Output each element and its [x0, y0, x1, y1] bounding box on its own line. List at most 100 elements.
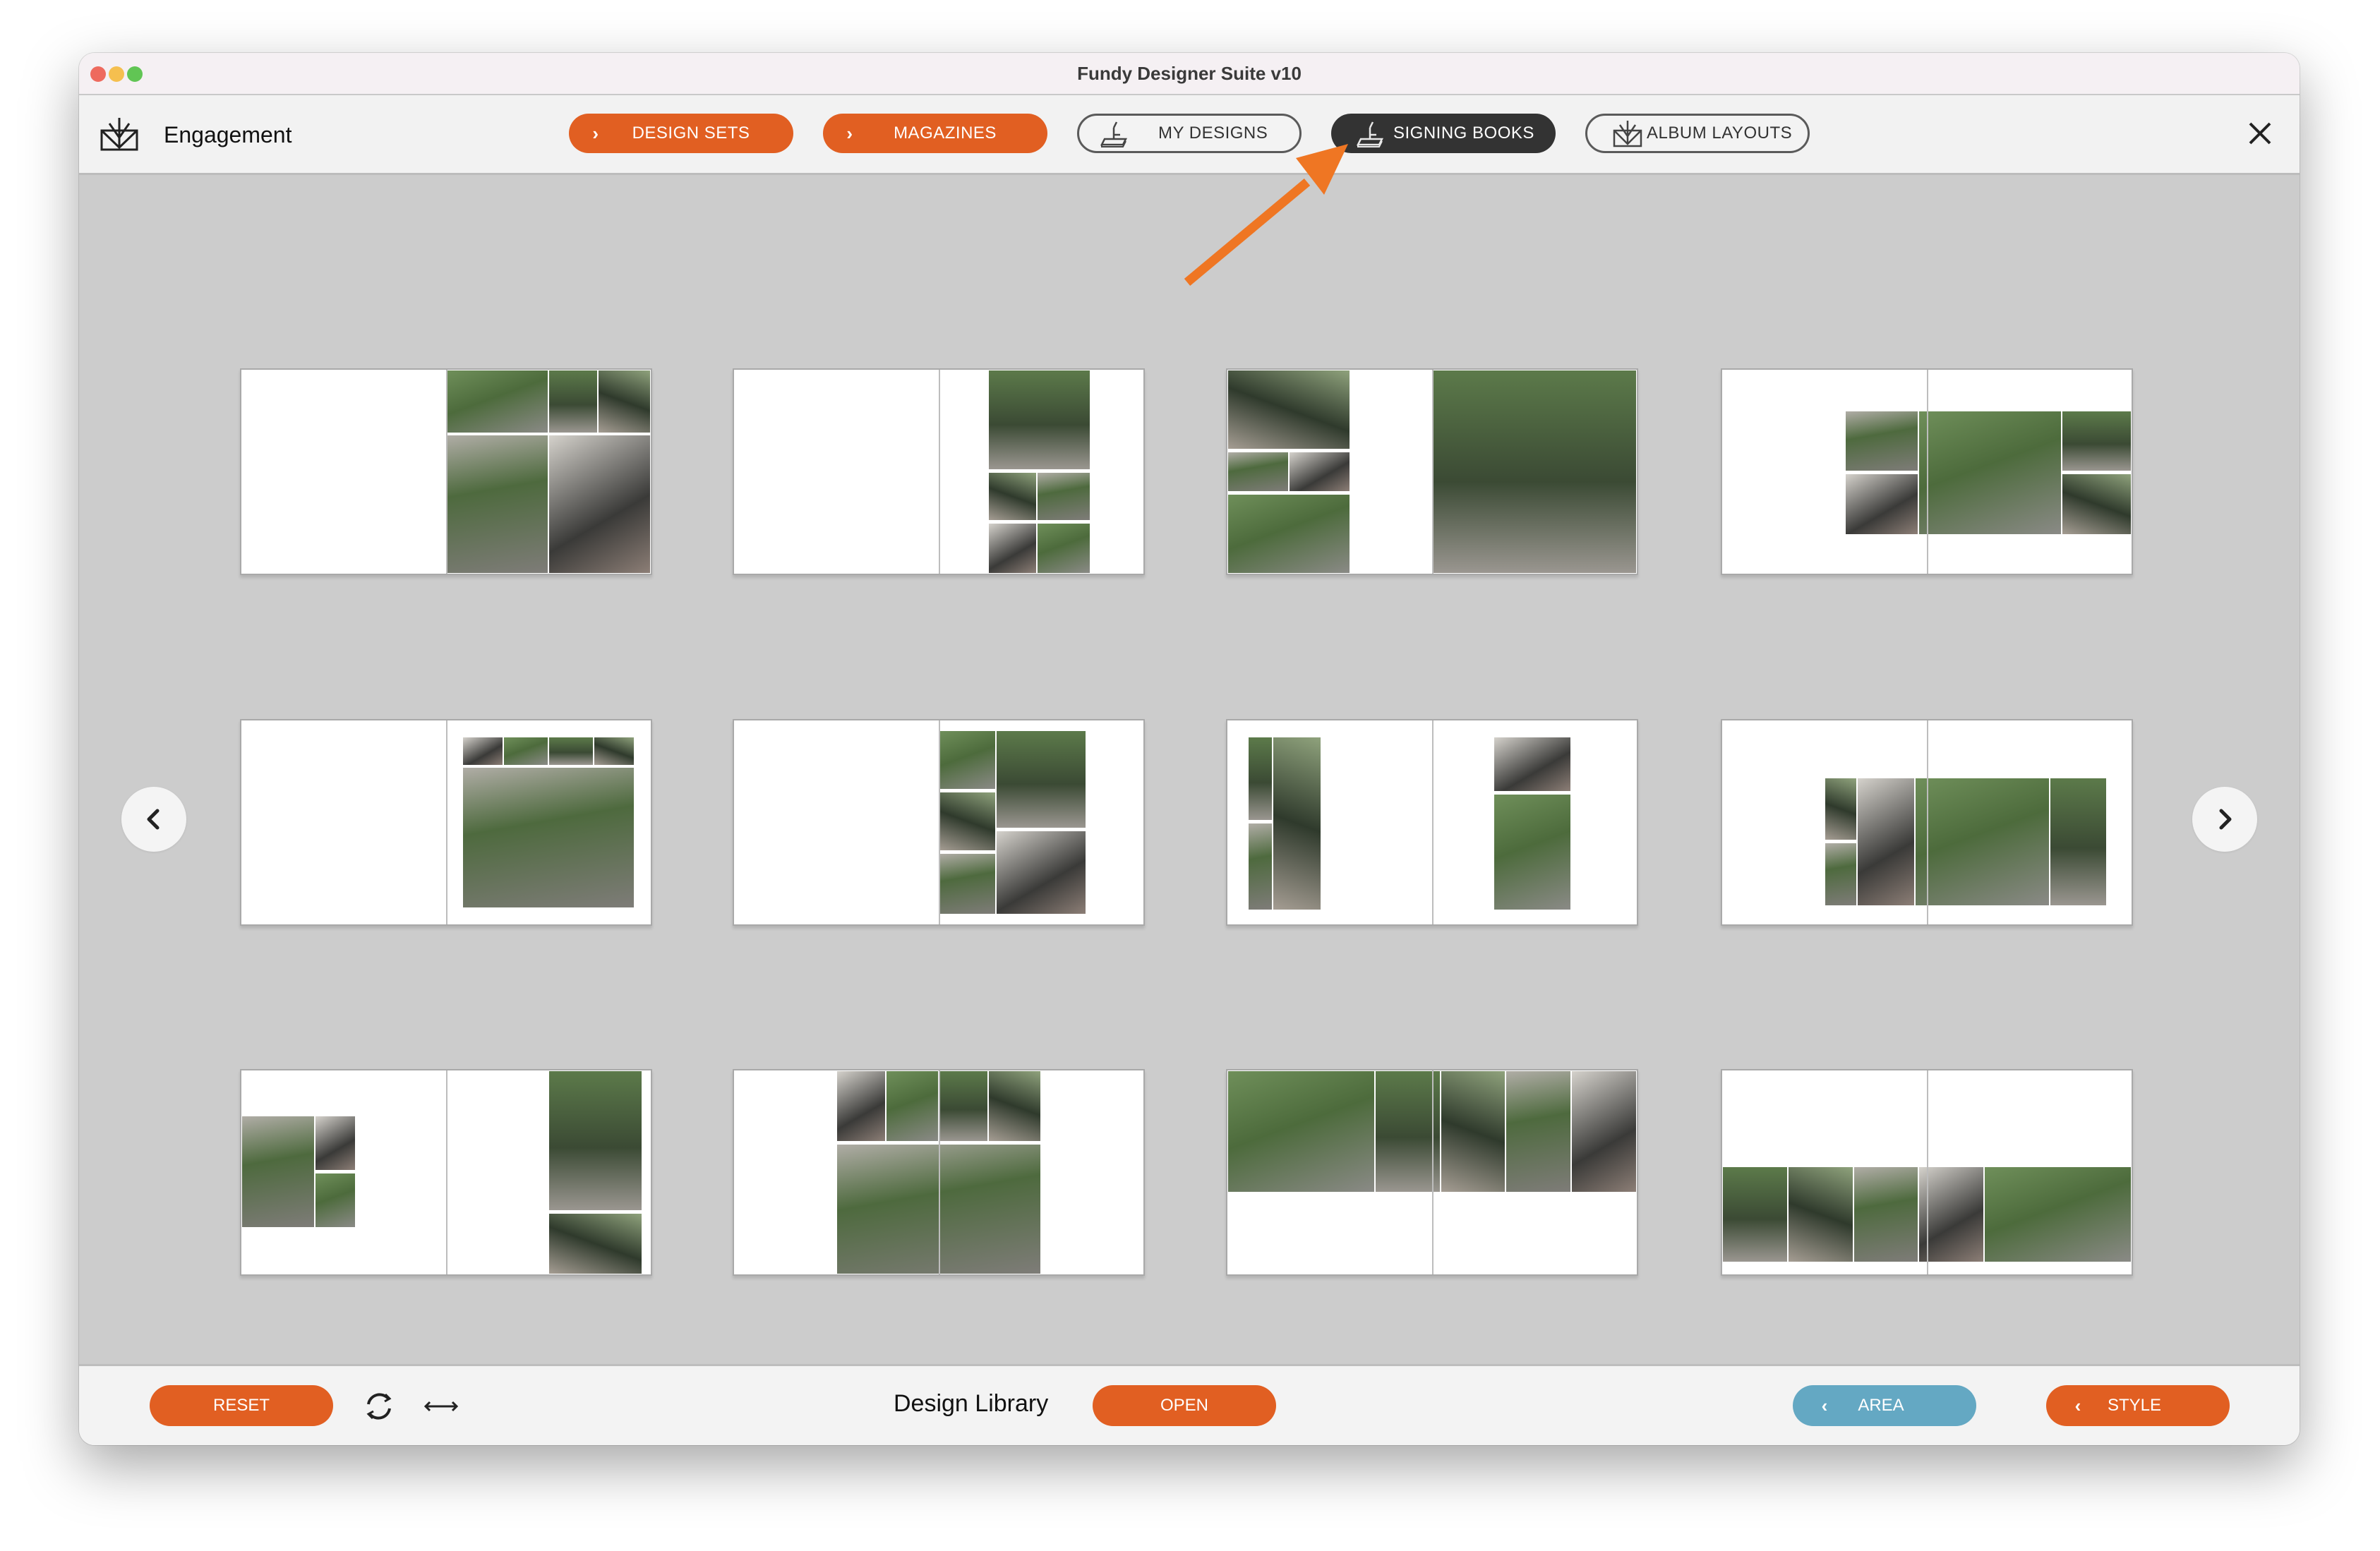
photo-tile [1825, 843, 1858, 906]
photo-tile [996, 730, 1086, 829]
spread-spine [939, 1070, 940, 1274]
design-library-gallery [79, 175, 2300, 1365]
photo-tile [1374, 1070, 1441, 1193]
signing-book-icon [1356, 121, 1384, 147]
photo-tile [1914, 777, 2050, 906]
album-icon [100, 118, 138, 151]
style-button[interactable]: ‹ STYLE [2046, 1385, 2230, 1426]
tab-label: MY DESIGNS [1158, 123, 1268, 143]
photo-tile [1227, 494, 1350, 574]
app-window: Fundy Designer Suite v10 Engagement › DE… [79, 53, 2300, 1445]
photo-tile [503, 737, 548, 766]
photo-tile [597, 370, 651, 433]
tab-magazines[interactable]: › MAGAZINES [823, 114, 1047, 153]
spread-spine [1927, 370, 1928, 574]
next-page-button[interactable] [2192, 787, 2257, 852]
spread-thumbnail[interactable] [240, 368, 652, 575]
photo-tile [1825, 777, 1858, 841]
spread-thumbnail[interactable] [240, 719, 652, 926]
photo-tile [987, 522, 1038, 574]
section-title: Design Library [894, 1390, 1049, 1417]
tab-label: SIGNING BOOKS [1393, 123, 1534, 143]
photo-tile [939, 852, 997, 915]
reset-label: RESET [212, 1396, 270, 1415]
tab-my-designs[interactable]: MY DESIGNS [1077, 114, 1302, 153]
photo-tile [1440, 1070, 1506, 1193]
photo-tile [1857, 777, 1915, 906]
photo-tile [462, 737, 504, 766]
open-button[interactable]: OPEN [1093, 1385, 1276, 1426]
chevron-right-icon: › [846, 122, 853, 144]
tab-label: ALBUM LAYOUTS [1647, 123, 1793, 143]
spread-spine [1432, 370, 1434, 574]
area-label: AREA [1858, 1396, 1904, 1415]
signing-book-icon [1100, 121, 1128, 147]
photo-tile [1505, 1070, 1572, 1193]
spread-thumbnail[interactable] [1226, 368, 1638, 575]
spread-spine [446, 720, 447, 924]
photo-tile [1227, 451, 1289, 493]
photo-tile [1845, 410, 1919, 472]
photo-tile [1787, 1166, 1853, 1262]
photo-tile [1493, 794, 1572, 910]
photo-tile [987, 1070, 1041, 1142]
area-button[interactable]: ‹ AREA [1793, 1385, 1976, 1426]
photo-tile [939, 1070, 988, 1142]
tab-label: MAGAZINES [894, 123, 997, 143]
photo-tile [2062, 473, 2132, 536]
photo-tile [2062, 410, 2132, 472]
spread-spine [939, 370, 940, 574]
photo-tile [593, 737, 635, 766]
close-icon[interactable] [2246, 119, 2274, 147]
photo-tile [885, 1070, 939, 1142]
photo-tile [1248, 822, 1273, 910]
photo-tile [1845, 473, 1919, 536]
spread-spine [939, 720, 940, 924]
chevron-left-icon: ‹ [1821, 1394, 1828, 1416]
photo-tile [446, 370, 548, 433]
spread-thumbnail[interactable] [1721, 719, 2133, 926]
chevron-right-icon [2219, 809, 2232, 830]
tab-album-layouts[interactable]: ALBUM LAYOUTS [1585, 114, 1810, 153]
photo-tile [1432, 370, 1637, 574]
previous-page-button[interactable] [121, 787, 186, 852]
photo-tile [241, 1115, 315, 1228]
chevron-left-icon [147, 809, 160, 830]
photo-tile [1037, 522, 1090, 574]
photo-tile [2050, 777, 2108, 906]
photo-tile [1248, 737, 1273, 821]
photo-tile [836, 1070, 886, 1142]
photo-tile [1571, 1070, 1637, 1193]
project-name: Engagement [164, 122, 292, 147]
photo-tile [462, 767, 635, 908]
reset-button[interactable]: RESET [150, 1385, 333, 1426]
photo-tile [1853, 1166, 1919, 1262]
spread-thumbnail[interactable] [733, 1069, 1145, 1276]
spread-thumbnail[interactable] [1226, 1069, 1638, 1276]
spread-thumbnail[interactable] [1721, 1069, 2133, 1276]
spread-thumbnail[interactable] [1226, 719, 1638, 926]
chevron-right-icon: › [592, 122, 599, 144]
spread-thumbnail[interactable] [240, 1069, 652, 1276]
tab-design-sets[interactable]: › DESIGN SETS [569, 114, 793, 153]
spread-spine [1432, 720, 1434, 924]
window-title: Fundy Designer Suite v10 [1077, 63, 1302, 84]
photo-tile [1722, 1166, 1788, 1262]
open-label: OPEN [1160, 1396, 1208, 1415]
photo-tile [315, 1172, 356, 1228]
refresh-icon[interactable] [361, 1389, 397, 1424]
spread-thumbnail[interactable] [733, 719, 1145, 926]
spread-thumbnail[interactable] [1721, 368, 2133, 575]
photo-tile [548, 737, 594, 766]
photo-tile [1227, 1070, 1375, 1193]
photo-tile [1984, 1166, 2132, 1262]
horizontal-arrows-icon[interactable] [421, 1389, 461, 1424]
tab-signing-books[interactable]: SIGNING BOOKS [1331, 114, 1556, 153]
spread-thumbnail[interactable] [733, 368, 1145, 575]
spread-spine [1927, 720, 1928, 924]
photo-tile [939, 730, 997, 790]
title-bar: Fundy Designer Suite v10 [79, 53, 2300, 95]
spread-spine [1432, 1070, 1434, 1274]
photo-tile [939, 792, 997, 851]
photo-tile [548, 1070, 643, 1212]
